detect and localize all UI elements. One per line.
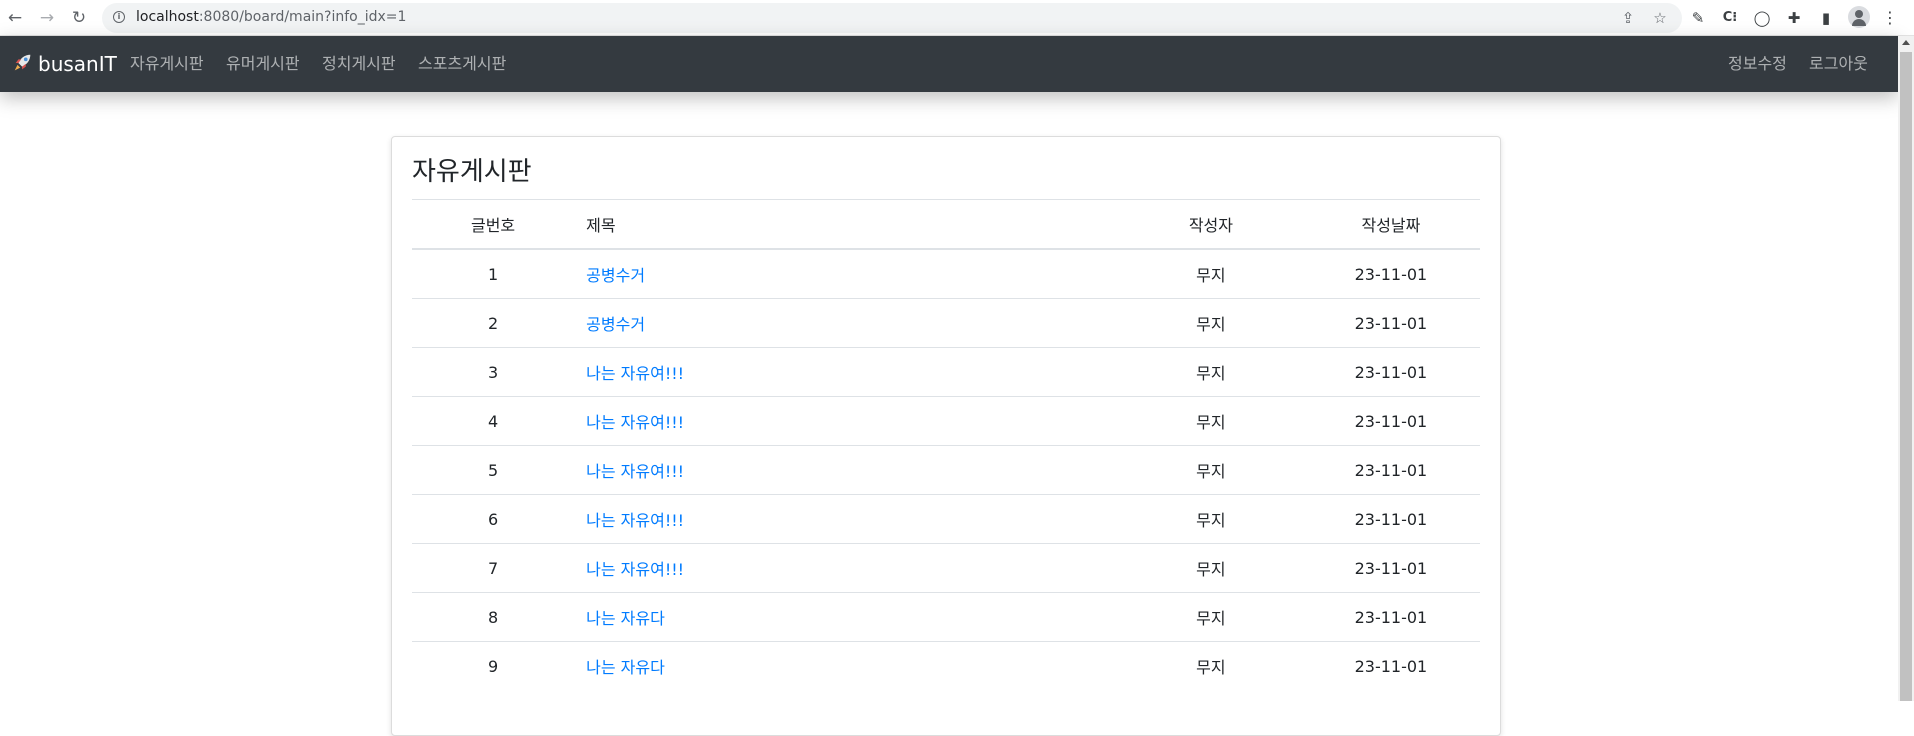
cell-date: 23-11-01 (1301, 396, 1480, 446)
post-title-link[interactable]: 공병수거 (586, 266, 645, 285)
post-title-link[interactable]: 나는 자유여!!! (586, 413, 684, 432)
header-writer: 작성자 (1119, 199, 1302, 250)
address-bar[interactable]: i localhost:8080/board/main?info_idx=1 ⇪… (102, 3, 1682, 33)
board-title: 자유게시판 (412, 157, 532, 187)
nav-sports-board[interactable]: 스포츠게시판 (418, 52, 506, 76)
cell-date: 23-11-01 (1301, 543, 1480, 593)
post-title-link[interactable]: 나는 자유여!!! (586, 560, 684, 579)
cell-no: 8 (412, 592, 575, 642)
cell-date: 23-11-01 (1301, 347, 1480, 397)
cell-writer: 무지 (1119, 543, 1302, 593)
page-scrollbar[interactable] (1898, 36, 1914, 701)
cell-writer: 무지 (1119, 298, 1302, 348)
table-row: 6 나는 자유여!!! 무지 23-11-01 (412, 494, 1480, 544)
table-row: 7 나는 자유여!!! 무지 23-11-01 (412, 543, 1480, 593)
cell-title: 나는 자유여!!! (574, 494, 1120, 544)
header-title: 제목 (574, 199, 1120, 250)
board-table: 글번호 제목 작성자 작성날짜 1 공병수거 무지 23-11-01 2 공병수… (412, 199, 1480, 690)
post-title-link[interactable]: 나는 자유여!!! (586, 364, 684, 383)
post-title-link[interactable]: 나는 자유다 (586, 658, 665, 677)
kebab-menu-icon[interactable]: ⋮ (1880, 8, 1900, 28)
cell-writer: 무지 (1119, 396, 1302, 446)
cell-date: 23-11-01 (1301, 494, 1480, 544)
cell-date: 23-11-01 (1301, 592, 1480, 642)
nav-humor-board[interactable]: 유머게시판 (226, 52, 300, 76)
cell-date: 23-11-01 (1301, 248, 1480, 299)
rocket-icon (14, 54, 31, 71)
header-date: 작성날짜 (1301, 199, 1480, 250)
table-row: 4 나는 자유여!!! 무지 23-11-01 (412, 396, 1480, 446)
cell-no: 4 (412, 396, 575, 446)
cell-no: 1 (412, 248, 575, 299)
cell-writer: 무지 (1119, 445, 1302, 495)
cell-writer: 무지 (1119, 592, 1302, 642)
table-row: 3 나는 자유여!!! 무지 23-11-01 (412, 347, 1480, 397)
post-title-link[interactable]: 나는 자유여!!! (586, 462, 684, 481)
cell-writer: 무지 (1119, 248, 1302, 299)
cell-writer: 무지 (1119, 347, 1302, 397)
cell-no: 7 (412, 543, 575, 593)
scroll-up-arrow-icon[interactable] (1902, 40, 1910, 45)
cell-title: 나는 자유여!!! (574, 347, 1120, 397)
eyedropper-extension-icon[interactable]: ✎ (1688, 8, 1708, 28)
profile-avatar-icon[interactable] (1848, 6, 1870, 28)
cell-title: 나는 자유다 (574, 592, 1120, 642)
post-title-link[interactable]: 나는 자유다 (586, 609, 665, 628)
star-bookmark-icon[interactable]: ☆ (1650, 8, 1670, 28)
cell-no: 9 (412, 641, 575, 690)
nav-edit-profile[interactable]: 정보수정 (1728, 52, 1787, 76)
cell-no: 5 (412, 445, 575, 495)
browser-toolbar: ← → ↻ i localhost:8080/board/main?info_i… (0, 0, 1914, 36)
back-arrow-icon[interactable]: ← (4, 7, 26, 29)
share-icon[interactable]: ⇪ (1618, 8, 1638, 28)
top-navbar: busanIT 자유게시판 유머게시판 정치게시판 스포츠게시판 정보수정 로그… (0, 36, 1898, 92)
cell-no: 6 (412, 494, 575, 544)
forward-arrow-icon[interactable]: → (36, 7, 58, 29)
cell-title: 나는 자유여!!! (574, 543, 1120, 593)
cell-date: 23-11-01 (1301, 641, 1480, 690)
table-header-row: 글번호 제목 작성자 작성날짜 (412, 199, 1480, 250)
url-text[interactable]: localhost:8080/board/main?info_idx=1 (136, 9, 406, 25)
post-title-link[interactable]: 공병수거 (586, 315, 645, 334)
post-title-link[interactable]: 나는 자유여!!! (586, 511, 684, 530)
cell-no: 3 (412, 347, 575, 397)
cell-title: 나는 자유여!!! (574, 396, 1120, 446)
header-no: 글번호 (412, 199, 575, 250)
cell-no: 2 (412, 298, 575, 348)
table-row: 8 나는 자유다 무지 23-11-01 (412, 592, 1480, 642)
cell-date: 23-11-01 (1301, 298, 1480, 348)
cell-title: 공병수거 (574, 298, 1120, 348)
board-card: 자유게시판 글번호 제목 작성자 작성날짜 1 공병수거 무지 23-11-01… (391, 136, 1501, 736)
nav-free-board[interactable]: 자유게시판 (130, 52, 204, 76)
table-row: 9 나는 자유다 무지 23-11-01 (412, 641, 1480, 690)
table-row: 2 공병수거 무지 23-11-01 (412, 298, 1480, 348)
cell-title: 나는 자유다 (574, 641, 1120, 690)
nav-politics-board[interactable]: 정치게시판 (322, 52, 396, 76)
puzzle-extensions-icon[interactable]: ✚ (1784, 8, 1804, 28)
cell-writer: 무지 (1119, 641, 1302, 690)
reload-icon[interactable]: ↻ (68, 7, 90, 29)
table-row: 5 나는 자유여!!! 무지 23-11-01 (412, 445, 1480, 495)
css-extension-icon[interactable]: C⁝ (1720, 8, 1740, 28)
site-info-icon[interactable]: i (113, 11, 125, 23)
brand-text: busanIT (38, 52, 117, 76)
cell-date: 23-11-01 (1301, 445, 1480, 495)
scrollbar-thumb[interactable] (1900, 52, 1912, 701)
cell-writer: 무지 (1119, 494, 1302, 544)
cell-title: 나는 자유여!!! (574, 445, 1120, 495)
table-row: 1 공병수거 무지 23-11-01 (412, 248, 1480, 299)
url-path: :8080/board/main?info_idx=1 (198, 9, 407, 25)
code-extension-icon[interactable]: ◯ (1752, 8, 1772, 28)
url-host: localhost (136, 9, 199, 25)
nav-logout[interactable]: 로그아웃 (1809, 52, 1868, 76)
side-panel-icon[interactable]: ▮ (1816, 8, 1836, 28)
cell-title: 공병수거 (574, 248, 1120, 299)
brand-link[interactable]: busanIT (12, 50, 117, 78)
